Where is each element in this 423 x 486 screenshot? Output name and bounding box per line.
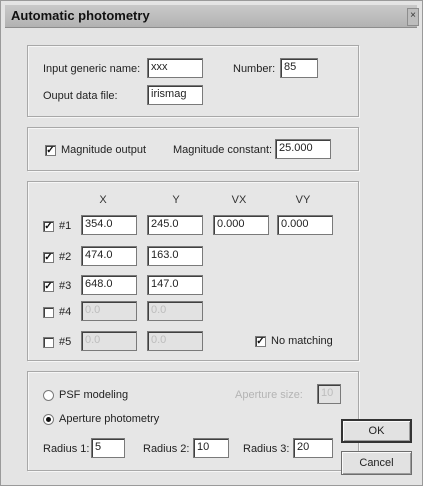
cancel-button[interactable]: Cancel (341, 451, 412, 475)
star-1-label: #1 (59, 220, 72, 232)
output-file-label: Ouput data file: (43, 90, 118, 102)
star-3-label: #3 (59, 280, 72, 292)
column-header-y: Y (172, 194, 180, 206)
magnitude-constant-input[interactable]: 25.000 (275, 139, 331, 159)
star-2-label: #2 (59, 251, 72, 263)
psf-modeling-label: PSF modeling (59, 389, 129, 401)
number-input[interactable]: 85 (280, 58, 318, 78)
file-panel (27, 45, 359, 117)
radius-1-input[interactable]: 5 (91, 438, 125, 458)
number-label: Number: (233, 63, 276, 75)
close-icon[interactable]: × (407, 8, 419, 26)
aperture-photometry-label: Aperture photometry (59, 413, 160, 425)
radius-2-label: Radius 2: (143, 443, 190, 455)
star-2-checkbox[interactable]: ✓ (43, 252, 54, 263)
star-1-x-input[interactable]: 354.0 (81, 215, 137, 235)
aperture-size-input[interactable]: 10 (317, 384, 341, 404)
aperture-photometry-radio[interactable] (43, 414, 54, 425)
star-3-y-input[interactable]: 147.0 (147, 275, 203, 295)
radius-3-label: Radius 3: (243, 443, 290, 455)
star-5-y-input[interactable]: 0.0 (147, 331, 203, 351)
star-4-x-input[interactable]: 0.0 (81, 301, 137, 321)
star-4-label: #4 (59, 306, 72, 318)
star-4-y-input[interactable]: 0.0 (147, 301, 203, 321)
column-header-x: X (99, 194, 107, 206)
title-bar[interactable]: Automatic photometry × (5, 5, 419, 28)
psf-modeling-radio[interactable] (43, 390, 54, 401)
ok-button[interactable]: OK (341, 419, 412, 443)
aperture-size-label: Aperture size: (235, 389, 303, 401)
star-5-checkbox[interactable] (43, 337, 54, 348)
column-header-vx: VX (231, 194, 247, 206)
star-2-x-input[interactable]: 474.0 (81, 246, 137, 266)
radius-2-input[interactable]: 10 (193, 438, 229, 458)
column-header-vy: VY (295, 194, 311, 206)
magnitude-output-checkbox[interactable]: ✓ (45, 145, 56, 156)
radius-3-input[interactable]: 20 (293, 438, 333, 458)
star-3-x-input[interactable]: 648.0 (81, 275, 137, 295)
automatic-photometry-dialog: Automatic photometry × Input generic nam… (0, 0, 423, 486)
no-matching-checkbox[interactable]: ✓ (255, 336, 266, 347)
star-4-checkbox[interactable] (43, 307, 54, 318)
no-matching-label: No matching (271, 335, 333, 347)
output-file-input[interactable]: irismag (147, 85, 203, 105)
star-2-y-input[interactable]: 163.0 (147, 246, 203, 266)
star-5-label: #5 (59, 336, 72, 348)
radius-1-label: Radius 1: (43, 443, 90, 455)
dialog-title: Automatic photometry (11, 8, 150, 23)
generic-name-label: Input generic name: (43, 63, 141, 75)
magnitude-constant-label: Magnitude constant: (173, 144, 273, 156)
star-1-vy-input[interactable]: 0.000 (277, 215, 333, 235)
star-1-checkbox[interactable]: ✓ (43, 221, 54, 232)
star-1-y-input[interactable]: 245.0 (147, 215, 203, 235)
star-1-vx-input[interactable]: 0.000 (213, 215, 269, 235)
magnitude-output-label: Magnitude output (61, 144, 147, 156)
star-5-x-input[interactable]: 0.0 (81, 331, 137, 351)
star-3-checkbox[interactable]: ✓ (43, 281, 54, 292)
generic-name-input[interactable]: xxx (147, 58, 203, 78)
